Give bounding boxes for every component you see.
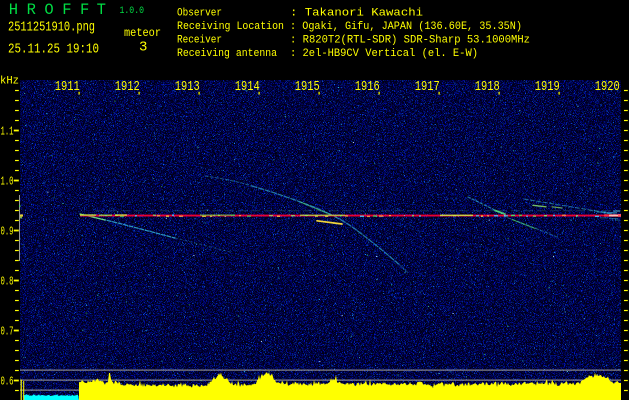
svg-text:Receiving antenna: Receiving antenna xyxy=(177,48,277,60)
svg-text:: 2el-HB9CV Vertical (el. E-W): : 2el-HB9CV Vertical (el. E-W) xyxy=(290,48,478,60)
svg-text:T: T xyxy=(97,1,106,19)
svg-text:1913: 1913 xyxy=(175,79,200,95)
svg-text:1912: 1912 xyxy=(115,79,140,95)
svg-text:1915: 1915 xyxy=(295,79,320,95)
svg-text:: R820T2(RTL-SDR) SDR-Sharp 53: : R820T2(RTL-SDR) SDR-Sharp 53.1000MHz xyxy=(290,34,530,46)
svg-text:1.0.0: 1.0.0 xyxy=(120,5,145,17)
svg-text:Receiving Location: Receiving Location xyxy=(177,21,284,33)
svg-text:Receiver: Receiver xyxy=(177,34,222,46)
svg-text:1919: 1919 xyxy=(535,79,560,95)
svg-text:meteor: meteor xyxy=(124,26,161,40)
svg-text:3: 3 xyxy=(139,40,147,56)
svg-text:O: O xyxy=(44,1,53,19)
svg-text:0.9: 0.9 xyxy=(1,225,14,239)
svg-text:1917: 1917 xyxy=(415,79,440,95)
svg-text:1911: 1911 xyxy=(55,79,80,95)
svg-text:: Ogaki, Gifu, JAPAN (136.60E,: : Ogaki, Gifu, JAPAN (136.60E, 35.35N) xyxy=(290,21,522,33)
svg-text:H: H xyxy=(9,1,18,19)
svg-text:25.11.25 19:10: 25.11.25 19:10 xyxy=(8,42,99,58)
svg-text:0.7: 0.7 xyxy=(1,325,14,339)
svg-text:1.0: 1.0 xyxy=(1,175,14,189)
svg-text:2511251910.png: 2511251910.png xyxy=(8,21,95,36)
svg-text:Observer: Observer xyxy=(177,7,222,19)
svg-text:F: F xyxy=(62,1,71,19)
svg-text:R: R xyxy=(27,1,36,19)
svg-text:1914: 1914 xyxy=(235,79,260,95)
svg-text:F: F xyxy=(80,1,89,19)
svg-text:0.6: 0.6 xyxy=(1,375,14,389)
svg-text:0.8: 0.8 xyxy=(1,275,14,289)
svg-text:1920: 1920 xyxy=(595,79,620,95)
svg-text:1918: 1918 xyxy=(475,79,500,95)
svg-text:: Takanori Kawachi: : Takanori Kawachi xyxy=(290,7,423,19)
svg-text:kHz: kHz xyxy=(0,76,19,88)
svg-text:1.1: 1.1 xyxy=(1,125,14,139)
svg-text:1916: 1916 xyxy=(355,79,380,95)
